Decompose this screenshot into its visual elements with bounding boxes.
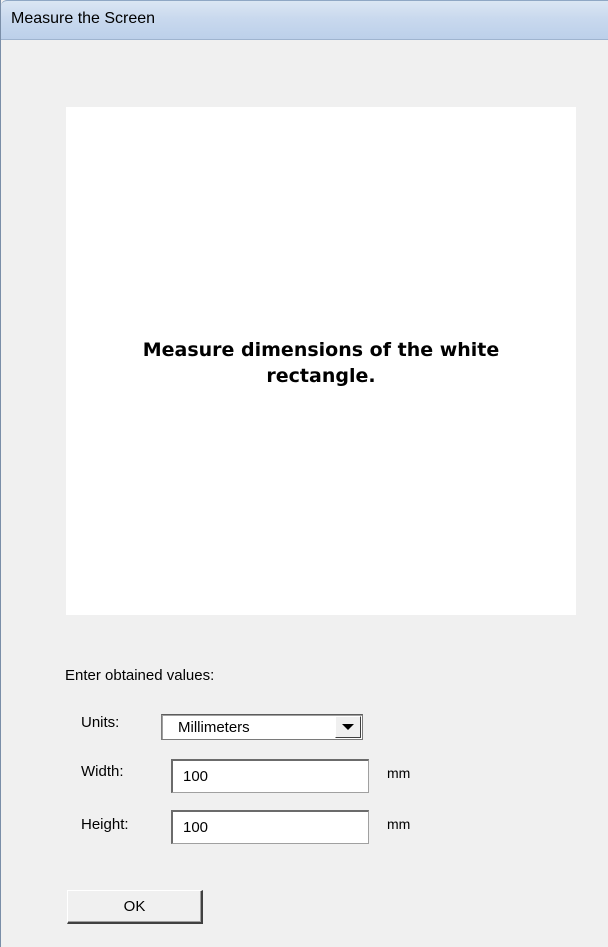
measure-screen-window: Measure the Screen Measure dimensions of… bbox=[0, 0, 608, 947]
dialog-content: Measure dimensions of the white rectangl… bbox=[1, 40, 608, 947]
chevron-down-icon bbox=[342, 724, 354, 730]
units-dropdown[interactable]: Millimeters bbox=[161, 714, 363, 740]
height-unit-label: mm bbox=[387, 816, 411, 832]
height-input[interactable] bbox=[171, 810, 369, 844]
width-label: Width: bbox=[81, 763, 124, 780]
height-label: Height: bbox=[81, 816, 129, 833]
measure-instruction-text: Measure dimensions of the white rectangl… bbox=[142, 339, 500, 387]
white-measurement-rectangle: Measure dimensions of the white rectangl… bbox=[66, 107, 576, 615]
units-label: Units: bbox=[81, 714, 120, 731]
units-selected-value: Millimeters bbox=[178, 719, 250, 736]
enter-values-label: Enter obtained values: bbox=[65, 667, 215, 684]
title-bar[interactable]: Measure the Screen bbox=[1, 0, 608, 40]
window-title: Measure the Screen bbox=[11, 10, 156, 27]
ok-button[interactable]: OK bbox=[67, 890, 203, 924]
dropdown-arrow-button[interactable] bbox=[335, 716, 361, 738]
width-input[interactable] bbox=[171, 759, 369, 793]
width-unit-label: mm bbox=[387, 765, 411, 781]
